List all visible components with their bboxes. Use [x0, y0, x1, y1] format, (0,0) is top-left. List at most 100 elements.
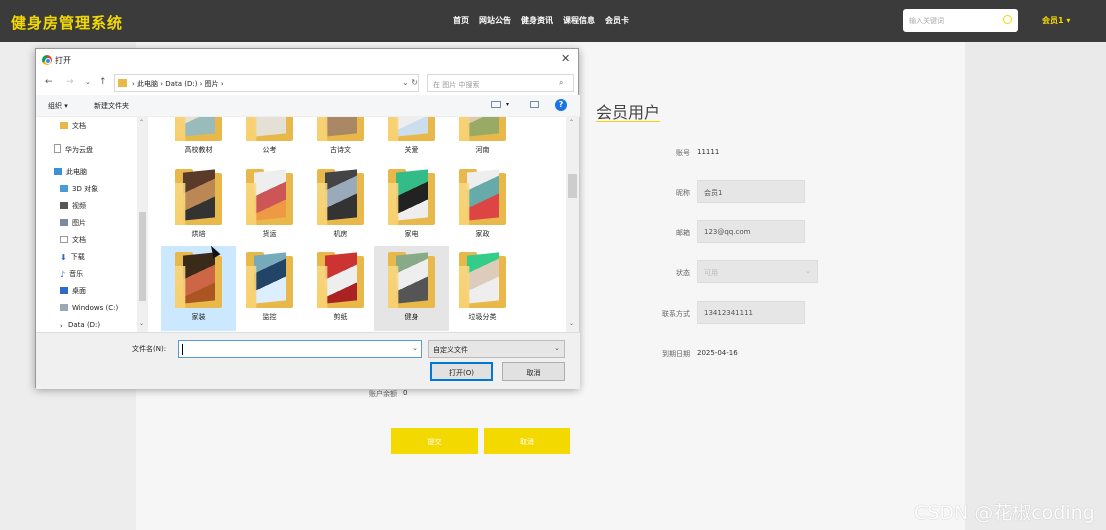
nickname-input[interactable]: 会员1	[697, 180, 805, 203]
folder-icon	[388, 117, 435, 141]
preview-pane-icon[interactable]	[530, 101, 539, 108]
file-list: 高校教材 公考 古诗文 关爱 河南烘焙 货运 机房 家电 家政家装 监控 剪纸 健身 垃圾分类	[148, 117, 566, 332]
view-options-icon[interactable]	[491, 101, 501, 108]
breadcrumb[interactable]: › 此电脑 › Data (D:) › 图片 ›	[132, 79, 224, 89]
folder-icon	[175, 169, 222, 225]
cloud-drive-icon	[54, 144, 61, 153]
folder-label: 家政	[475, 230, 490, 238]
nav-music[interactable]: ♪ 音乐	[60, 269, 83, 279]
computer-icon	[54, 168, 62, 175]
desktop-icon	[60, 287, 68, 294]
download-icon: ⬇	[60, 253, 67, 262]
new-folder-button[interactable]: 新建文件夹	[94, 101, 129, 111]
folder-label: 公考	[262, 146, 277, 154]
account-label: 账号	[676, 149, 690, 157]
search-icon[interactable]: ⌕	[559, 78, 563, 88]
nav-documents-top[interactable]: 文档	[60, 121, 86, 131]
nav-announcements[interactable]: 网站公告	[479, 15, 511, 26]
email-input[interactable]: 123@qq.com	[697, 220, 805, 243]
user-menu[interactable]: 会员1 ▾	[1042, 15, 1070, 26]
folder-item[interactable]: 机房	[303, 163, 378, 248]
dialog-cancel-button[interactable]: 取消	[502, 362, 565, 381]
status-select: 可用 ⌄	[697, 260, 818, 283]
folder-item[interactable]: 关爱	[374, 117, 449, 164]
nav-this-pc[interactable]: 此电脑	[54, 167, 87, 177]
help-icon[interactable]: ?	[555, 99, 567, 111]
folder-item[interactable]: 高校教材	[161, 117, 236, 164]
nav-pane-scroll-thumb[interactable]	[139, 212, 146, 301]
folder-search-input[interactable]: 在 图片 中搜索 ⌕	[427, 74, 574, 92]
open-button[interactable]: 打开(O)	[430, 362, 493, 381]
scroll-up-icon[interactable]: ⌃	[139, 119, 144, 126]
folder-item[interactable]: 河南	[445, 117, 520, 164]
video-icon	[60, 202, 68, 209]
folder-item[interactable]: 货运	[232, 163, 307, 248]
submit-button[interactable]: 提交	[391, 428, 478, 454]
folder-item[interactable]: 剪纸	[303, 246, 378, 331]
folder-icon	[459, 117, 506, 141]
folder-item[interactable]: 公考	[232, 117, 307, 164]
right-gutter	[965, 42, 1106, 530]
folder-item[interactable]: 家电	[374, 163, 449, 248]
refresh-icon[interactable]: ⌄ ↻	[402, 78, 418, 87]
file-list-scrollbar[interactable]	[566, 117, 579, 332]
nickname-label: 昵称	[676, 189, 690, 197]
nav-downloads[interactable]: ⬇ 下载	[60, 252, 85, 262]
folder-icon	[388, 252, 435, 308]
chevron-down-icon[interactable]: ⌄	[412, 344, 418, 352]
nav-3d-objects[interactable]: 3D 对象	[60, 184, 98, 194]
main-nav: 首页 网站公告 健身资讯 课程信息 会员卡	[453, 15, 639, 26]
nav-member-card[interactable]: 会员卡	[605, 15, 629, 26]
phone-input[interactable]: 13412341111	[697, 301, 805, 324]
folder-item[interactable]: 监控	[232, 246, 307, 331]
organize-menu[interactable]: 组织 ▾	[48, 101, 68, 111]
address-bar[interactable]: › 此电脑 › Data (D:) › 图片 › ⌄ ↻	[114, 74, 419, 92]
folder-item[interactable]: 古诗文	[303, 117, 378, 164]
up-arrow-icon[interactable]: ↑	[99, 77, 107, 87]
nav-item-label: 此电脑	[66, 168, 87, 176]
scroll-down-icon[interactable]: ⌄	[569, 320, 574, 327]
folder-item[interactable]: 家装	[161, 246, 236, 331]
email-label: 邮箱	[676, 229, 690, 237]
chevron-down-icon: ⌄	[554, 344, 560, 352]
nav-home[interactable]: 首页	[453, 15, 469, 26]
account-value: 11111	[697, 148, 720, 156]
scroll-up-icon[interactable]: ⌃	[569, 119, 574, 126]
nav-item-label: 图片	[72, 219, 86, 227]
forward-arrow-icon[interactable]: →	[66, 77, 74, 87]
nav-documents[interactable]: 文档	[60, 235, 86, 245]
nav-pictures[interactable]: 图片	[60, 218, 86, 228]
nav-drive-c[interactable]: Windows (C:)	[60, 304, 118, 312]
drive-icon	[60, 304, 68, 311]
nav-courses[interactable]: 课程信息	[563, 15, 595, 26]
filename-input[interactable]: ⌄	[178, 340, 422, 358]
phone-label: 联系方式	[662, 310, 690, 318]
close-icon[interactable]: ✕	[561, 52, 570, 65]
nav-desktop[interactable]: 桌面	[60, 286, 86, 296]
folder-item[interactable]: 健身	[374, 246, 449, 331]
folder-item[interactable]: 烘焙	[161, 163, 236, 248]
folder-icon	[175, 117, 222, 141]
file-list-scroll-thumb[interactable]	[568, 174, 577, 198]
view-dropdown-icon[interactable]: ▾	[506, 101, 509, 108]
search-icon[interactable]	[1003, 15, 1012, 24]
folder-icon	[60, 122, 68, 129]
folder-item[interactable]: 垃圾分类	[445, 246, 520, 331]
folder-icon	[317, 117, 364, 141]
filename-label: 文件名(N):	[132, 345, 167, 353]
nav-huawei-cloud[interactable]: 华为云盘	[54, 144, 93, 155]
recent-dropdown-icon[interactable]: ⌄	[85, 78, 91, 86]
folder-icon	[317, 252, 364, 308]
nav-videos[interactable]: 视频	[60, 201, 86, 211]
nav-item-label: 桌面	[72, 287, 86, 295]
brand-logo[interactable]: 健身房管理系统	[11, 12, 123, 33]
scroll-down-icon[interactable]: ⌄	[139, 320, 144, 327]
filetype-select[interactable]: 自定义文件 ⌄	[428, 340, 565, 358]
back-arrow-icon[interactable]: ←	[45, 77, 53, 87]
nav-drive-d[interactable]: › Data (D:)	[60, 321, 100, 330]
nav-fitness-news[interactable]: 健身资讯	[521, 15, 553, 26]
folder-item[interactable]: 家政	[445, 163, 520, 248]
site-search-input[interactable]: 输入关键词	[903, 9, 1018, 32]
status-value: 可用	[704, 269, 718, 277]
cancel-button[interactable]: 取消	[484, 428, 570, 454]
